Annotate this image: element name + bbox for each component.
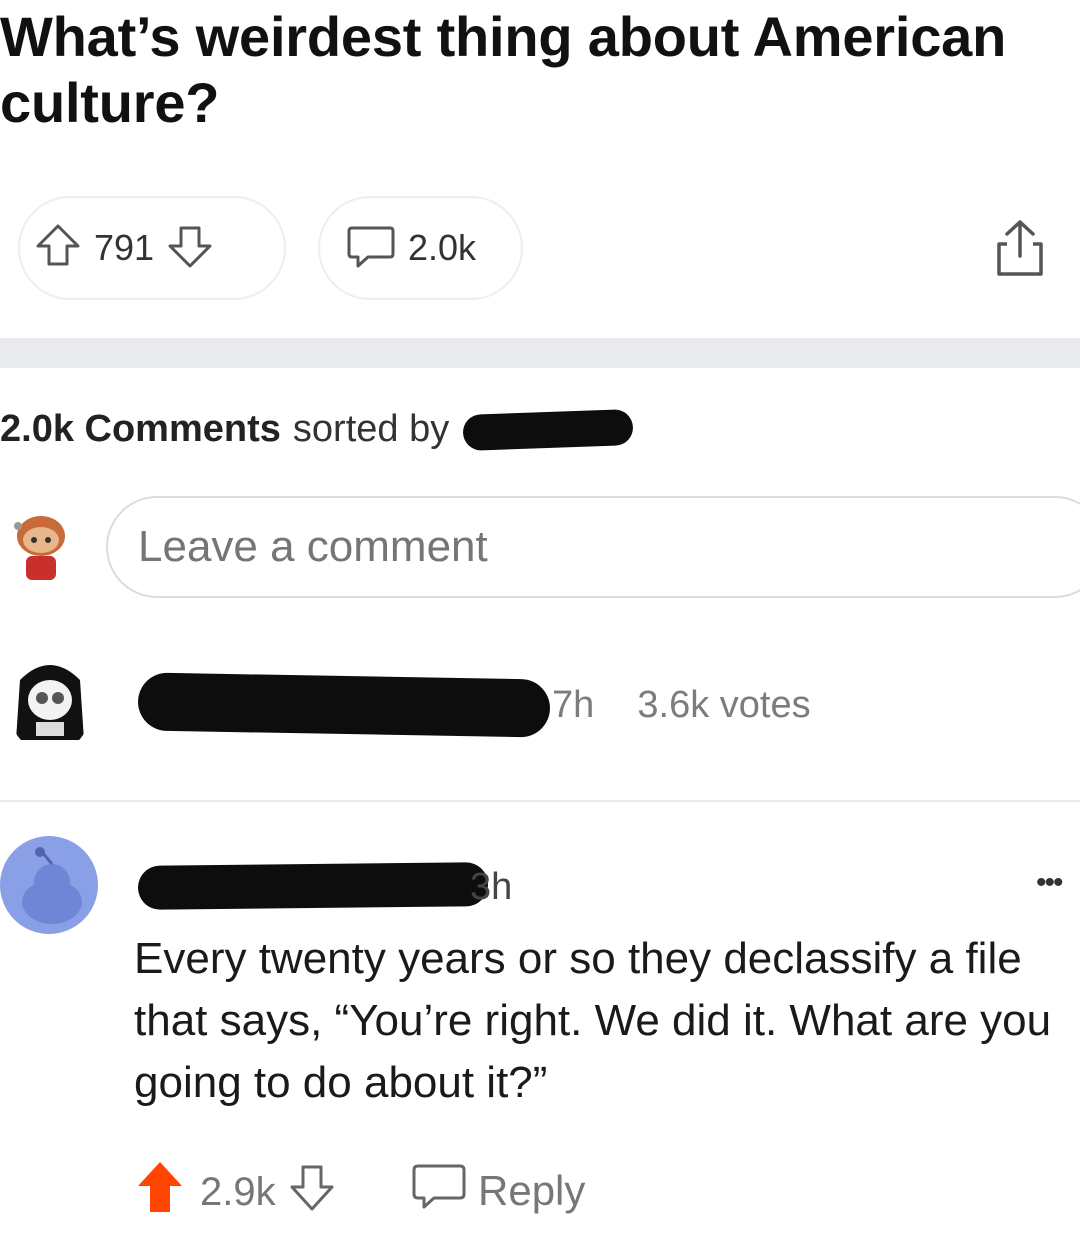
upvote-icon[interactable] bbox=[34, 222, 82, 275]
comment-votes: 3.6k votes bbox=[637, 684, 811, 726]
commenter-username-redacted[interactable] bbox=[137, 862, 489, 910]
comment-input[interactable] bbox=[106, 496, 1080, 598]
comment-vote-bar: 2.9k bbox=[134, 1158, 336, 1226]
comment-meta: 7h 3.6k votes bbox=[552, 684, 811, 727]
commenter-avatar-default[interactable] bbox=[0, 836, 98, 934]
post-comments-button[interactable]: 2.0k bbox=[318, 196, 523, 300]
comment-bubble-icon bbox=[346, 222, 396, 275]
commenter-username-redacted[interactable] bbox=[137, 672, 551, 738]
sorted-by-label: sorted by bbox=[292, 408, 450, 450]
downvote-icon[interactable] bbox=[288, 1161, 336, 1223]
more-icon[interactable]: ••• bbox=[1036, 866, 1063, 900]
comments-count: 2.0k Comments bbox=[0, 408, 281, 450]
comment-age: 7h bbox=[552, 684, 595, 726]
commenter-avatar[interactable] bbox=[10, 650, 90, 750]
downvote-icon[interactable] bbox=[166, 222, 214, 275]
comment-age: 3h bbox=[470, 866, 513, 908]
reply-button[interactable]: Reply bbox=[410, 1160, 585, 1222]
post-title: What’s weirdest thing about American cul… bbox=[0, 5, 1007, 134]
comment-body: Every twenty years or so they declassify… bbox=[134, 934, 1064, 1107]
comments-sort-header: 2.0k Comments sorted by bbox=[0, 408, 634, 451]
sort-option-redacted[interactable] bbox=[462, 408, 634, 451]
post-vote-bar: 791 bbox=[18, 196, 286, 300]
share-button[interactable] bbox=[985, 214, 1055, 284]
section-divider bbox=[0, 338, 1080, 368]
comment-score: 2.9k bbox=[200, 1169, 276, 1214]
comment-separator bbox=[0, 800, 1080, 802]
reply-bubble-icon bbox=[410, 1160, 468, 1222]
reply-label: Reply bbox=[478, 1167, 586, 1214]
current-user-avatar bbox=[8, 506, 74, 588]
post-comment-count: 2.0k bbox=[408, 227, 477, 268]
post-vote-count: 791 bbox=[94, 227, 155, 268]
upvote-icon[interactable] bbox=[134, 1158, 186, 1226]
share-icon bbox=[985, 220, 1055, 288]
